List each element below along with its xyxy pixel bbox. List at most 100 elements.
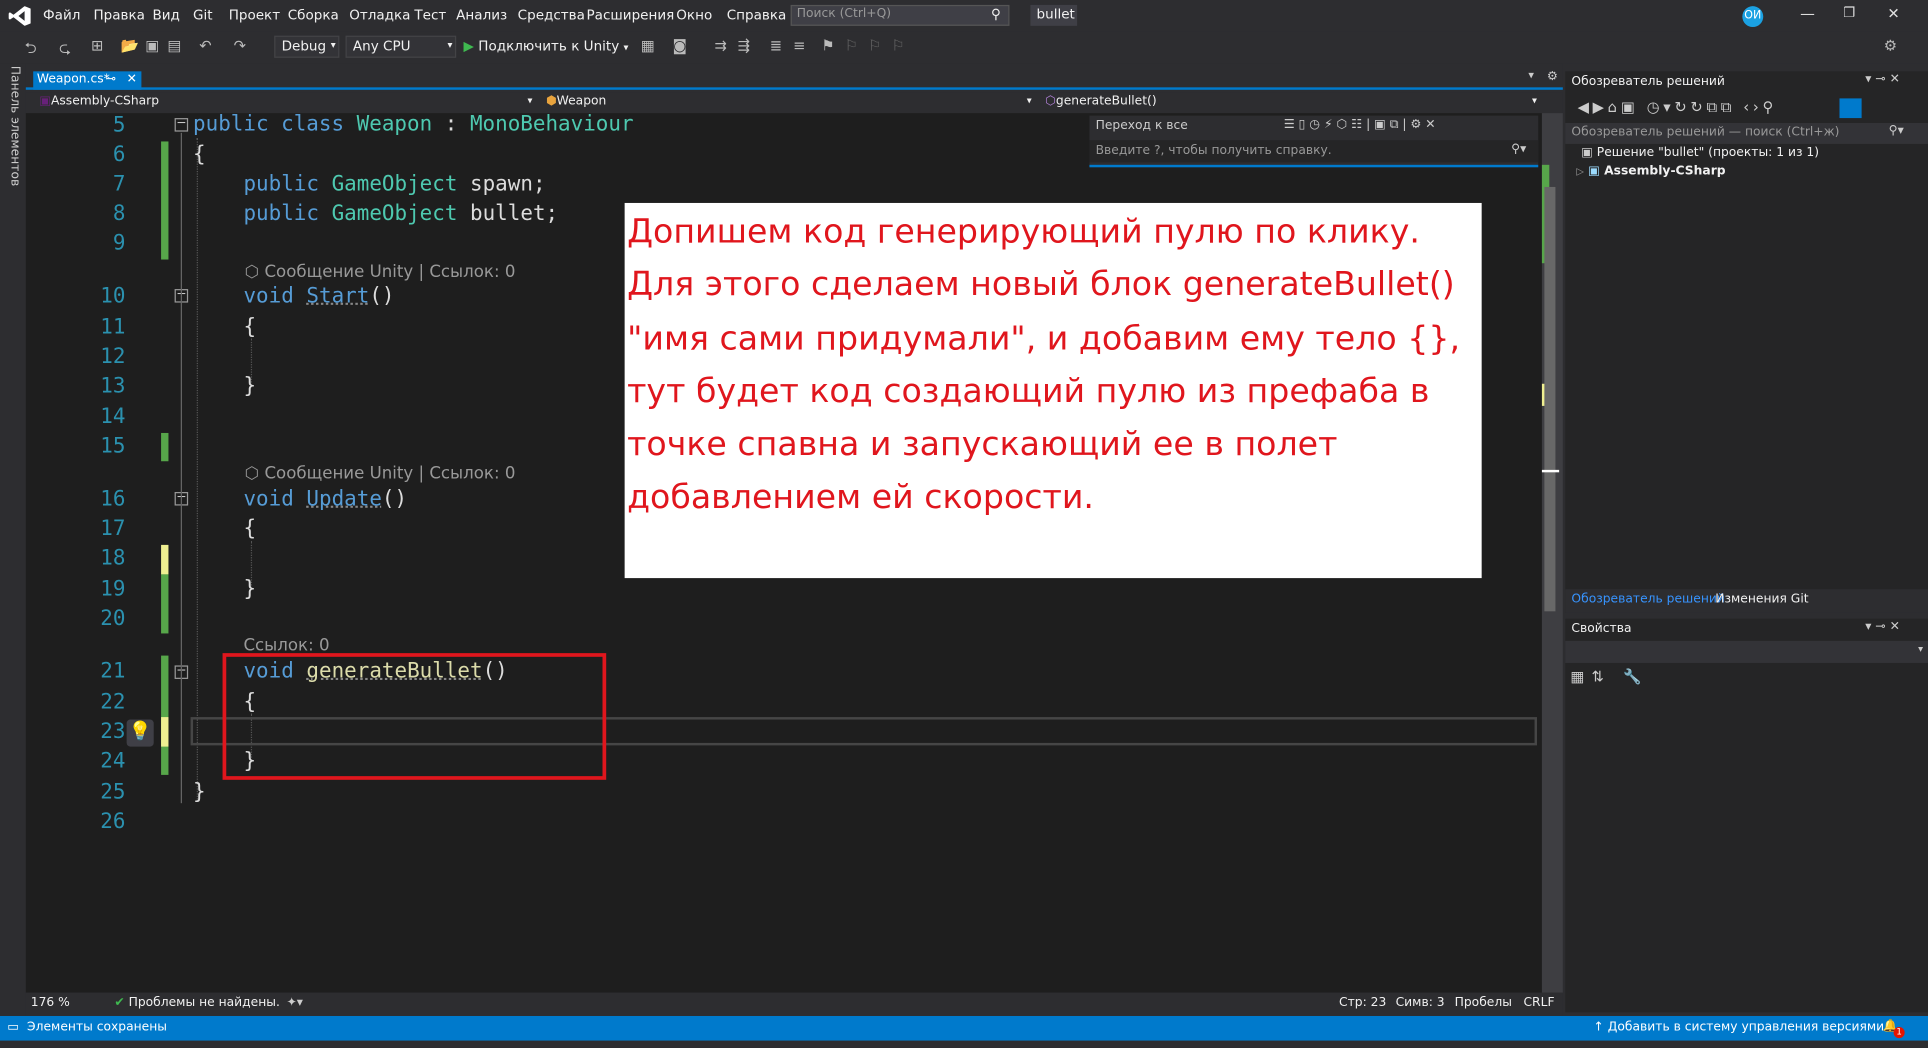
code-token: bullet;	[457, 201, 559, 227]
minimize-icon[interactable]: —	[1800, 5, 1815, 22]
code-line-5[interactable]: public class Weapon : MonoBehaviour	[193, 112, 634, 137]
codelens-update[interactable]: ⬡ Сообщение Unity | Ссылок: 0	[245, 464, 516, 484]
close-window-icon[interactable]: ✕	[1887, 5, 1899, 22]
column-indicator[interactable]: Симв: 3	[1396, 996, 1445, 1010]
filter-icons[interactable]: ☰ ▯ ◷ ⚡ ⬡ ☷ | ▣ ⧉ | ⚙ ✕	[1284, 118, 1436, 132]
code-line-6[interactable]: {	[193, 143, 206, 168]
platform-value: Any CPU	[352, 38, 411, 55]
menu-edit[interactable]: Правка	[93, 7, 144, 23]
menu-git[interactable]: Git	[193, 7, 213, 23]
code-line-25[interactable]: }	[193, 780, 206, 805]
cleanup-icon[interactable]: ✦▾	[286, 996, 302, 1010]
code-line-11[interactable]: {	[243, 315, 256, 340]
fold-guide	[180, 132, 182, 804]
menu-test[interactable]: Тест	[414, 7, 446, 23]
solution-toolbar-icons[interactable]: ◀▶⌂▣ ◷▾↻↻⧉⧉ ‹›⚲	[1578, 98, 1777, 116]
add-to-source-control[interactable]: ↑ Добавить в систему управления версиями…	[1594, 1021, 1895, 1035]
bookmark-prev-icon[interactable]: ⚐	[845, 37, 858, 54]
go-to-all-input[interactable]: Введите ?, чтобы получить справку. ⚲▾	[1089, 140, 1539, 163]
code-line-16[interactable]: void Update()	[243, 487, 407, 512]
toolbox-tab[interactable]: Панель элементов	[8, 66, 22, 186]
panel-controls[interactable]: ▾ ⊸ ✕	[1865, 73, 1900, 87]
redo-icon[interactable]: ↷	[234, 37, 246, 54]
attach-unity-button[interactable]: ▶ Подключить к Unity ▾	[464, 38, 629, 54]
restore-icon[interactable]: ❐	[1843, 5, 1855, 21]
forward-icon[interactable]: ⮎	[59, 37, 71, 63]
vs-logo-icon	[8, 6, 31, 26]
avatar[interactable]: ОИ	[1742, 6, 1764, 28]
code-line-8[interactable]: public GameObject bullet;	[243, 202, 558, 227]
editor-scrollbar[interactable]	[1541, 113, 1563, 993]
open-icon[interactable]: 📂	[121, 37, 139, 54]
eol-indicator[interactable]: CRLF	[1523, 996, 1554, 1010]
bookmark-next-icon[interactable]: ⚐	[868, 37, 881, 54]
menu-help[interactable]: Справка	[727, 7, 787, 23]
tab-solution-explorer[interactable]: Обозреватель решений	[1571, 593, 1724, 607]
close-tab-icon[interactable]: ✕	[127, 73, 137, 87]
line-indicator[interactable]: Стр: 23	[1339, 996, 1386, 1010]
panel-controls[interactable]: ▾ ⊸ ✕	[1865, 620, 1900, 634]
change-bar-saved	[161, 574, 169, 634]
settings-icon[interactable]: ⚙	[1547, 70, 1558, 84]
scrollbar-thumb[interactable]	[1544, 186, 1556, 612]
tab-git-changes[interactable]: Изменения Git	[1715, 593, 1808, 607]
active-toggle-icon[interactable]	[1839, 98, 1862, 119]
nav-class-dropdown[interactable]: ⬢Weapon ▾	[542, 93, 1034, 111]
menu-view[interactable]: Вид	[152, 7, 179, 23]
menu-analyze[interactable]: Анализ	[456, 7, 507, 23]
toolbar-tool-icon[interactable]: ▦	[641, 37, 655, 54]
bookmark-clear-icon[interactable]: ⚐	[891, 37, 904, 54]
fold-toggle[interactable]: −	[174, 117, 189, 132]
status-bar: ▭ Элементы сохранены ↑ Добавить в систем…	[0, 1015, 1928, 1041]
config-select[interactable]: Debug ▾	[274, 35, 340, 58]
menu-file[interactable]: Файл	[43, 7, 80, 23]
code-token: GameObject	[331, 172, 458, 197]
step-icon[interactable]: ⇉	[714, 37, 726, 54]
problems-indicator[interactable]: ✔ Проблемы не найдены.	[114, 996, 280, 1010]
codelens-start[interactable]: ⬡ Сообщение Unity | Ссылок: 0	[245, 262, 516, 282]
nav-project-label: Assembly-CSharp	[50, 94, 160, 109]
code-line-19[interactable]: }	[243, 577, 256, 602]
tab-overflow-icon[interactable]: ▾	[1528, 70, 1534, 82]
menu-extensions[interactable]: Расширения	[587, 7, 675, 23]
solution-search-input[interactable]: Обозреватель решений — поиск (Ctrl+ж) ⚲▾	[1565, 123, 1928, 144]
menu-debug[interactable]: Отладка	[349, 7, 410, 23]
properties-object-select[interactable]: ▾	[1565, 640, 1928, 663]
menu-project[interactable]: Проект	[229, 7, 280, 23]
whitespace-indicator[interactable]: Пробелы	[1455, 996, 1512, 1010]
properties-toolbar-icons[interactable]: ▦⇅ 🔧	[1570, 668, 1649, 685]
save-all-icon[interactable]: ▤	[167, 37, 181, 54]
save-icon[interactable]: ▣	[145, 37, 159, 54]
comment-icon[interactable]: ≣	[770, 37, 782, 54]
code-line-13[interactable]: }	[243, 374, 256, 399]
tree-solution-node[interactable]: ▣ Решение "bullet" (проекты: 1 из 1)	[1581, 146, 1819, 160]
menu-tools[interactable]: Средства	[518, 7, 585, 23]
code-token: Update	[306, 487, 382, 512]
platform-select[interactable]: Any CPU ▾	[345, 35, 457, 58]
line-number: 13	[100, 373, 126, 399]
menu-window[interactable]: Окно	[676, 7, 712, 23]
bookmark-icon[interactable]: ⚑	[821, 37, 834, 54]
back-icon[interactable]: ⮌	[25, 37, 37, 63]
screenshot-icon[interactable]: ◙	[673, 37, 687, 54]
pin-icon[interactable]: ⊸	[106, 73, 116, 87]
menu-build[interactable]: Сборка	[288, 7, 339, 23]
code-line-10[interactable]: void Start()	[243, 284, 394, 309]
code-line-17[interactable]: {	[243, 517, 256, 542]
nav-project-dropdown[interactable]: ▣Assembly-CSharp ▾	[36, 93, 535, 111]
arrow-up-icon: ↑	[1593, 1020, 1604, 1035]
project-label: Assembly-CSharp	[1604, 164, 1726, 179]
code-line-7[interactable]: public GameObject spawn;	[243, 172, 545, 197]
lightbulb-icon[interactable]: 💡	[126, 719, 154, 747]
tree-project-node[interactable]: ▷ ▣ Assembly-CSharp	[1576, 165, 1725, 179]
expand-icon[interactable]: ▷	[1576, 166, 1584, 177]
new-item-icon[interactable]: ⊞	[91, 37, 103, 54]
uncomment-icon[interactable]: ≡	[793, 37, 805, 54]
nav-member-dropdown[interactable]: ⬡generateBullet() ▾	[1041, 93, 1539, 111]
zoom-level[interactable]: 176 %	[31, 996, 70, 1010]
search-input[interactable]: Поиск (Ctrl+Q)	[790, 4, 1010, 26]
feedback-icon[interactable]: ⚙	[1884, 37, 1897, 54]
step-over-icon[interactable]: ⇶	[738, 37, 750, 54]
undo-icon[interactable]: ↶	[199, 37, 211, 54]
tab-weapon-cs[interactable]: Weapon.cs* ⊸ ✕	[33, 71, 142, 90]
